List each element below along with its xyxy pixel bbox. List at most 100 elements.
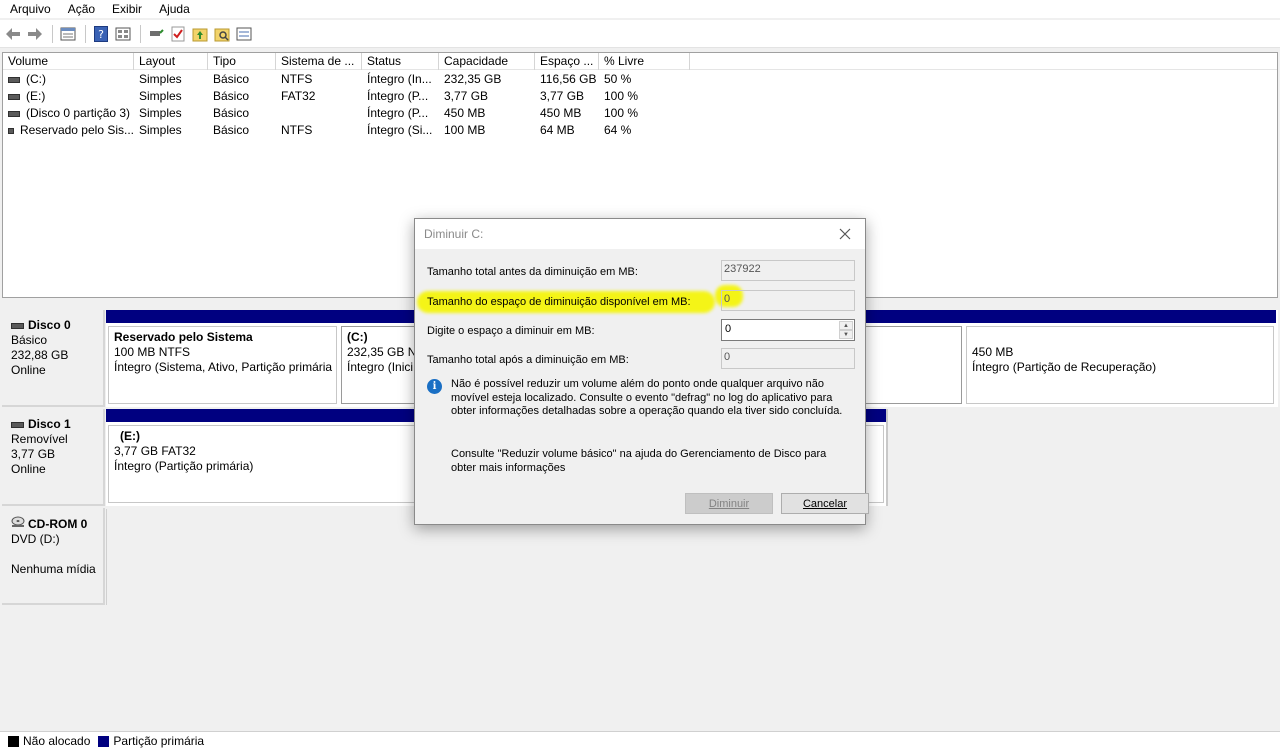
dialog-title: Diminuir C: [424,227,484,241]
enter-label: Digite o espaço a diminuir em MB: [427,325,595,337]
total-before-label: Tamanho total antes da diminuição em MB: [427,266,638,278]
shrink-dialog: Diminuir C: Tamanho total antes da dimin… [414,218,869,525]
cell-livre: 100 % [604,89,639,103]
disk-1-name: Disco 1 [28,417,71,431]
cell-tipo: Básico [213,72,250,86]
partition-system-reserved[interactable]: Reservado pelo Sistema 100 MB NTFS Ínteg… [106,310,339,407]
back-arrow-icon[interactable] [4,25,22,43]
disk-0-size: 232,88 GB [11,348,69,362]
partition-title: (E:) [120,429,140,443]
quantity-stepper[interactable]: ▲ ▼ [839,321,853,339]
cell-sistema: NTFS [281,72,313,86]
table-row[interactable]: (Disco 0 partição 3) Simples Básico Ínte… [3,105,1277,122]
partition-recovery[interactable]: 450 MB Íntegro (Partição de Recuperação) [964,310,1276,407]
check-icon[interactable] [169,25,187,43]
cdrom-status: Nenhuma mídia [11,562,96,576]
menu-acao[interactable]: Ação [58,0,102,18]
menu-exibir[interactable]: Exibir [102,0,149,18]
shrink-amount-input[interactable]: 0 ▲ ▼ [721,319,855,341]
col-volume[interactable]: Volume [3,53,134,70]
toolbar-separator [140,24,141,43]
cell-livre: 100 % [604,106,639,120]
properties-icon[interactable] [59,25,77,43]
help-icon[interactable]: ? [92,25,110,43]
svg-text:?: ? [98,28,104,41]
info-text: Não é possível reduzir um volume além do… [451,378,843,417]
spin-down-icon[interactable]: ▼ [839,330,853,339]
legend-primary: Partição primária [113,734,205,748]
help-text: Consulte "Reduzir volume básico" na ajud… [451,448,827,474]
disk-0-status: Online [11,363,46,377]
col-layout[interactable]: Layout [134,53,208,70]
connect-icon[interactable] [147,25,165,43]
table-row[interactable]: Reservado pelo Sis... Simples Básico NTF… [3,122,1277,139]
shrink-button[interactable]: Diminuir [685,493,773,514]
toolbar-separator [52,24,53,43]
legend-unallocated-swatch [8,735,19,747]
cell-capacidade: 232,35 GB [444,72,502,86]
table-row[interactable]: (C:) Simples Básico NTFS Íntegro (In... … [3,71,1277,88]
cell-tipo: Básico [213,123,250,137]
cell-livre: 50 % [604,72,632,86]
volume-table-header: Volume Layout Tipo Sistema de ... Status… [3,53,1277,70]
disk-1-label[interactable]: Disco 1 Removível 3,77 GB Online [2,409,105,506]
cell-status: Íntegro (P... [367,106,429,120]
partition-status: Íntegro (Partição de Recuperação) [972,360,1157,374]
cell-capacidade: 100 MB [444,123,486,137]
menu-ajuda[interactable]: Ajuda [149,0,197,18]
disk-1-type: Removível [11,432,68,446]
cell-espaco: 116,56 GB [540,72,597,86]
disk-0-type: Básico [11,333,48,347]
view-list-icon[interactable] [114,25,132,43]
cell-espaco: 64 MB [540,123,575,137]
cell-volume: (C:) [26,72,46,86]
total-before-value: 237922 [721,260,855,281]
legend-primary-swatch [98,735,110,747]
partition-title: Reservado pelo Sistema [114,330,253,344]
col-espaco[interactable]: Espaço ... [535,53,599,70]
col-capacidade[interactable]: Capacidade [439,53,535,70]
cell-tipo: Básico [213,106,250,120]
total-after-label: Tamanho total após a diminuição em MB: [427,354,629,366]
cell-capacidade: 3,77 GB [444,89,489,103]
disk-0-label[interactable]: Disco 0 Básico 232,88 GB Online [2,310,105,407]
toolbar: ? [0,20,1280,48]
legend-unallocated: Não alocado [23,734,91,748]
col-sistema[interactable]: Sistema de ... [276,53,362,70]
spin-up-icon[interactable]: ▲ [839,321,853,330]
menu-arquivo[interactable]: Arquivo [0,0,58,18]
cell-status: Íntegro (P... [367,89,429,103]
drive-icon [8,110,20,117]
cell-sistema: NTFS [281,123,313,137]
cancel-button[interactable]: Cancelar [781,493,869,514]
folder-search-icon[interactable] [213,25,231,43]
col-tipo[interactable]: Tipo [208,53,276,70]
partition-detail: 450 MB [972,345,1014,359]
disk-1-status: Online [11,462,46,476]
cell-status: Íntegro (In... [367,72,432,86]
partition-bar [964,310,1276,323]
cell-capacidade: 450 MB [444,106,486,120]
cell-status: Íntegro (Si... [367,123,433,137]
table-row[interactable]: (E:) Simples Básico FAT32 Íntegro (P... … [3,88,1277,105]
disk-icon [11,322,24,329]
drive-icon [8,76,20,83]
menu-bar: Arquivo Ação Exibir Ajuda [0,0,1280,18]
total-after-value: 0 [721,348,855,369]
cell-tipo: Básico [213,89,250,103]
cdrom-icon [11,516,25,532]
col-status[interactable]: Status [362,53,439,70]
disk-0-name: Disco 0 [28,318,71,332]
cell-sistema [276,105,362,122]
settings-list-icon[interactable] [235,25,253,43]
folder-up-icon[interactable] [191,25,209,43]
cdrom-label[interactable]: CD-ROM 0 DVD (D:) Nenhuma mídia [2,508,105,605]
drive-icon [8,93,20,100]
partition-detail: 100 MB NTFS [114,345,191,359]
col-livre[interactable]: % Livre [599,53,690,70]
dialog-titlebar[interactable]: Diminuir C: [415,219,865,249]
close-icon[interactable] [833,222,857,246]
partition-title: (C:) [347,330,368,344]
forward-arrow-icon[interactable] [26,25,44,43]
cell-espaco: 3,77 GB [540,89,585,103]
